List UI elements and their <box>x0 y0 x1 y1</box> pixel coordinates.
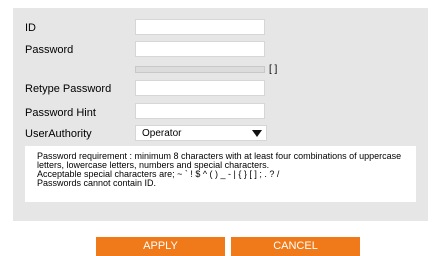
password-hint-label: Password Hint <box>25 107 96 119</box>
password-hint-field[interactable] <box>135 103 265 119</box>
retype-password-label: Retype Password <box>25 83 112 95</box>
chevron-down-icon[interactable] <box>252 130 262 137</box>
user-settings-panel: ID Password [ ] Retype Password Password… <box>13 8 428 221</box>
cancel-button[interactable]: CANCEL <box>231 237 360 256</box>
password-strength-meter <box>135 66 265 73</box>
password-label: Password <box>25 44 74 56</box>
password-strength-text: [ ] <box>269 64 278 75</box>
retype-password-field[interactable] <box>135 80 265 96</box>
id-label: ID <box>25 22 36 34</box>
password-requirements-note: Password requirement : minimum 8 charact… <box>25 146 416 202</box>
user-authority-select[interactable]: Operator <box>135 125 267 141</box>
requirement-line-4: Passwords cannot contain ID. <box>37 178 157 188</box>
password-field[interactable] <box>135 41 265 57</box>
user-authority-value: Operator <box>142 128 182 139</box>
apply-button[interactable]: APPLY <box>96 237 225 256</box>
user-authority-label: UserAuthority <box>25 128 92 140</box>
id-field[interactable] <box>135 19 265 35</box>
